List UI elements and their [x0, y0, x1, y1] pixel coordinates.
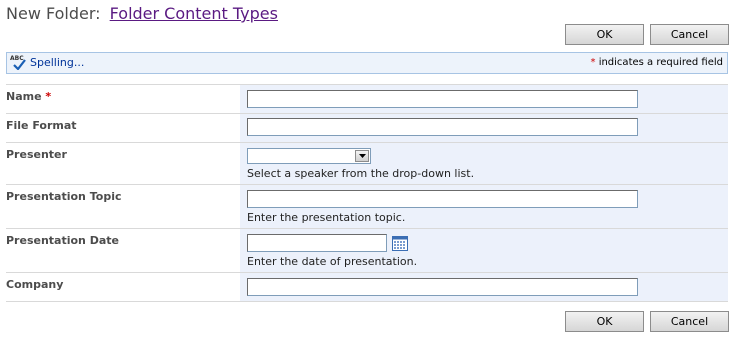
- required-star: *: [45, 90, 52, 103]
- company-row: Company: [6, 272, 728, 301]
- chevron-down-icon[interactable]: [355, 150, 369, 162]
- required-field-note: * indicates a required field: [591, 57, 723, 68]
- date-label: Presentation Date: [6, 234, 119, 247]
- page-title: New Folder: Folder Content Types: [6, 4, 278, 23]
- file-format-input[interactable]: [247, 118, 638, 136]
- date-row: Presentation Date Enter the date of pres…: [6, 228, 728, 272]
- topic-input[interactable]: [247, 190, 638, 208]
- name-label: Name *: [6, 90, 52, 103]
- presenter-row: Presenter Select a speaker from the drop…: [6, 142, 728, 184]
- form-divider: [6, 301, 728, 302]
- company-label: Company: [6, 278, 64, 291]
- content-type-link[interactable]: Folder Content Types: [110, 4, 278, 23]
- topic-row: Presentation Topic Enter the presentatio…: [6, 184, 728, 228]
- spell-check-icon: ABC: [10, 55, 26, 70]
- topic-label: Presentation Topic: [6, 190, 122, 203]
- calendar-icon[interactable]: [392, 236, 408, 254]
- presenter-description: Select a speaker from the drop-down list…: [247, 167, 475, 180]
- date-input[interactable]: [247, 234, 387, 252]
- file-format-label: File Format: [6, 119, 77, 132]
- cancel-button-top[interactable]: Cancel: [650, 24, 729, 45]
- ok-button-bottom[interactable]: OK: [565, 311, 644, 332]
- page-title-prefix: New Folder:: [6, 4, 101, 23]
- name-row: Name *: [6, 84, 728, 113]
- presenter-label: Presenter: [6, 148, 67, 161]
- cancel-button-bottom[interactable]: Cancel: [650, 311, 729, 332]
- ok-button-top[interactable]: OK: [565, 24, 644, 45]
- name-input[interactable]: [247, 90, 638, 108]
- topic-description: Enter the presentation topic.: [247, 211, 406, 224]
- company-input[interactable]: [247, 278, 638, 296]
- file-format-row: File Format: [6, 113, 728, 142]
- date-description: Enter the date of presentation.: [247, 255, 418, 268]
- required-note-text: indicates a required field: [595, 57, 723, 68]
- presenter-select[interactable]: [247, 148, 371, 164]
- spelling-label: Spelling...: [30, 56, 85, 69]
- spelling-button[interactable]: ABC Spelling...: [10, 55, 85, 70]
- form-toolbar: ABC Spelling... * indicates a required f…: [6, 52, 728, 74]
